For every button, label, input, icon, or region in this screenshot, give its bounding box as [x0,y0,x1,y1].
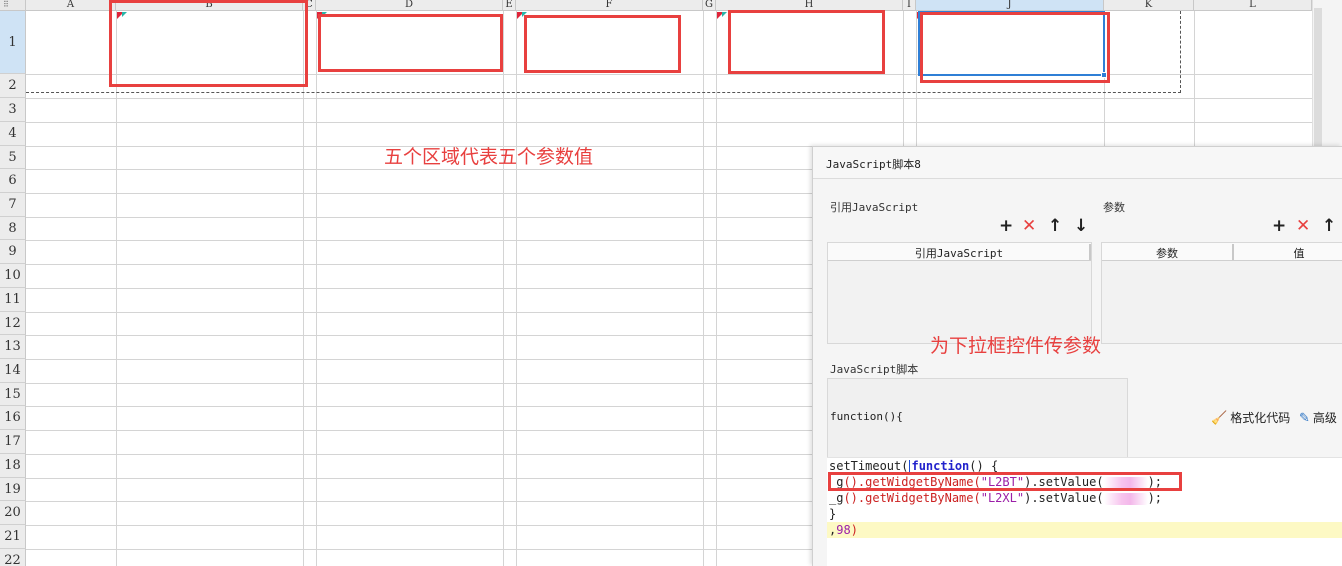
row-header-22[interactable]: 22 [0,549,26,566]
function-header-box: function(){ [827,378,1128,458]
column-header-e[interactable]: E [503,0,516,11]
format-code-label: 格式化代码 [1230,411,1291,425]
format-code-button[interactable]: 🧹 格式化代码 [1211,409,1290,426]
advanced-label: 高级 [1312,411,1337,425]
annotation-pass-params: 为下拉框控件传参数 [930,335,1102,357]
row-header-1[interactable]: 1 [0,11,26,74]
code-line-4: } [829,507,837,521]
select-all-corner[interactable]: ⠿ [0,0,26,11]
delete-ref-icon[interactable]: ✕ [1022,218,1036,235]
row-header-8[interactable]: 8 [0,217,26,240]
scrollbar-thumb[interactable] [1314,8,1322,148]
annotation-box-b1 [109,0,308,87]
column-header-param[interactable]: 参数 [1102,245,1232,261]
params-table[interactable]: 参数 值 [1101,242,1342,344]
row-header-21[interactable]: 21 [0,525,26,549]
annotation-box-d1 [318,14,503,72]
column-header-ref-js[interactable]: 引用JavaScript [828,245,1090,261]
redacted-value [1103,492,1148,505]
row-header-9[interactable]: 9 [0,240,26,264]
ref-js-table[interactable]: 引用JavaScript [827,242,1092,344]
row-header-16[interactable]: 16 [0,406,26,430]
row-header-19[interactable]: 19 [0,478,26,501]
code-line-5: ,98) [829,523,858,537]
javascript-dialog: JavaScript脚本8 引用JavaScript 参数 + ✕ ↑ ↓ + … [812,146,1342,566]
move-up-param-icon[interactable]: ↑ [1322,218,1336,235]
code-line-3: _g().getWidgetByName("L2XL").setValue(); [829,491,1163,505]
annotation-box-j1 [920,12,1110,83]
page-break-line [26,92,1181,93]
function-header: function(){ [830,410,903,423]
move-down-ref-icon[interactable]: ↓ [1074,218,1088,235]
delete-param-icon[interactable]: ✕ [1296,218,1310,235]
row-header-15[interactable]: 15 [0,383,26,406]
params-section-label: 参数 [1103,201,1125,214]
column-header-value[interactable]: 值 [1234,245,1342,261]
row-header-20[interactable]: 20 [0,501,26,525]
annotation-box-code-line [828,472,1182,491]
row-header-13[interactable]: 13 [0,335,26,359]
column-header-a[interactable]: A [26,0,116,11]
current-line-highlight [827,522,1342,538]
page-break-line-vertical [1180,11,1181,93]
row-header-11[interactable]: 11 [0,288,26,312]
annotation-box-h1 [728,10,885,74]
annotation-box-f1 [524,15,681,73]
row-header-3[interactable]: 3 [0,98,26,122]
broom-icon: 🧹 [1211,411,1228,426]
script-section-label: JavaScript脚本 [830,363,919,376]
ref-js-table-header: 引用JavaScript [828,243,1091,261]
grid-icon: ⠿ [3,0,9,9]
column-header-d[interactable]: D [316,0,503,11]
advanced-button[interactable]: ✎ 高级 [1299,409,1337,426]
formula-marker-icon [722,12,727,17]
column-header-j[interactable]: J [916,0,1104,11]
params-table-header: 参数 值 [1102,243,1342,261]
dialog-title: JavaScript脚本8 [826,158,921,171]
row-header-18[interactable]: 18 [0,454,26,478]
column-header-f[interactable]: F [516,0,703,11]
row-header-4[interactable]: 4 [0,122,26,146]
row-header-5[interactable]: 5 [0,146,26,169]
move-up-ref-icon[interactable]: ↑ [1048,218,1062,235]
edit-icon: ✎ [1299,411,1310,426]
column-header-k[interactable]: K [1104,0,1194,11]
column-header-l[interactable]: L [1194,0,1312,11]
add-param-icon[interactable]: + [1272,218,1286,235]
column-header-i[interactable]: I [903,0,916,11]
row-header-10[interactable]: 10 [0,264,26,288]
add-ref-icon[interactable]: + [999,218,1013,235]
annotation-five-params: 五个区域代表五个参数值 [384,146,594,168]
ref-js-section-label: 引用JavaScript [830,201,919,214]
row-header-7[interactable]: 7 [0,193,26,217]
dialog-title-bar: JavaScript脚本8 [813,147,1342,179]
row-header-17[interactable]: 17 [0,430,26,454]
row-header-12[interactable]: 12 [0,312,26,335]
row-header-14[interactable]: 14 [0,359,26,383]
row-header-2[interactable]: 2 [0,74,26,98]
row-header-6[interactable]: 6 [0,169,26,193]
column-header-g[interactable]: G [703,0,716,11]
